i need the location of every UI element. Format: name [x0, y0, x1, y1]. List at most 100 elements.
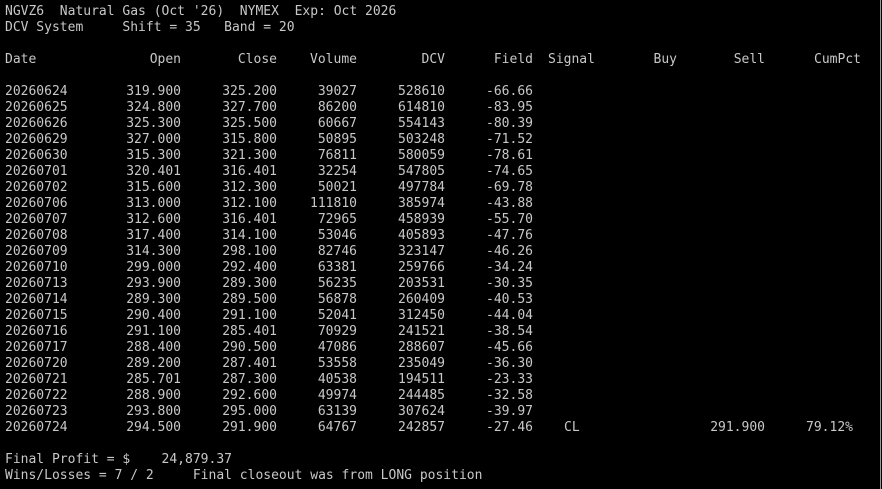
cell-close: 316.401	[222, 164, 277, 179]
cell-close: 312.100	[222, 196, 277, 211]
table-row: 20260713 293.900 289.300 56235 203531 -30.35	[0, 276, 882, 292]
table-row: 20260702 315.600 312.300 50021 497784 -69.78	[0, 180, 882, 196]
table-row: 20260630 315.300 321.300 76811 580059 -78.61	[0, 148, 882, 164]
cell-close: 292.600	[222, 388, 277, 403]
cell-volume: 40538	[317, 372, 357, 387]
cell-field: -44.04	[486, 308, 533, 323]
table-row: 20260722 288.900 292.600 49974 244485 -32.58	[0, 388, 882, 404]
cell-dcv: 547805	[398, 164, 445, 179]
cell-field: -45.66	[486, 340, 533, 355]
header-system: DCV System Shift = 35 Band = 20	[5, 20, 295, 35]
cell-close: 287.300	[222, 372, 277, 387]
cell-field: -78.61	[486, 148, 533, 163]
cell-field: -74.65	[486, 164, 533, 179]
table-row: 20260629 327.000 315.800 50895 503248 -71.52	[0, 132, 882, 148]
cell-volume: 76811	[317, 148, 357, 163]
cell-close: 325.200	[222, 84, 277, 99]
cell-close: 291.100	[222, 308, 277, 323]
cell-close: 314.100	[222, 228, 277, 243]
cell-date: 20260720	[5, 356, 68, 371]
cell-close: 298.100	[222, 244, 277, 259]
column-header-close: Close	[237, 52, 277, 67]
cell-field: -69.78	[486, 180, 533, 195]
cell-field: -23.33	[486, 372, 533, 387]
cell-field: -47.76	[486, 228, 533, 243]
column-header-field: Field	[493, 52, 533, 67]
cell-volume: 82746	[317, 244, 357, 259]
cell-dcv: 241521	[398, 324, 445, 339]
cell-dcv: 244485	[398, 388, 445, 403]
cell-field: -43.88	[486, 196, 533, 211]
cell-date: 20260708	[5, 228, 68, 243]
cell-volume: 111810	[310, 196, 357, 211]
cell-dcv: 307624	[398, 404, 445, 419]
cell-dcv: 528610	[398, 84, 445, 99]
cell-field: -55.70	[486, 212, 533, 227]
cell-open: 293.800	[126, 404, 181, 419]
cell-date: 20260706	[5, 196, 68, 211]
cell-dcv: 503248	[398, 132, 445, 147]
cell-open: 293.900	[126, 276, 181, 291]
table-row: 20260721 285.701 287.300 40538 194511 -23.33	[0, 372, 882, 388]
final-profit: Final Profit = $ 24,879.37	[5, 452, 232, 467]
table-row: 20260625 324.800 327.700 86200 614810 -83.95	[0, 100, 882, 116]
cell-field: -34.24	[486, 260, 533, 275]
cell-close: 321.300	[222, 148, 277, 163]
cell-close: 312.300	[222, 180, 277, 195]
table-row: 20260708 317.400 314.100 53046 405893 -47.76	[0, 228, 882, 244]
cell-volume: 32254	[317, 164, 357, 179]
cell-dcv: 242857	[398, 420, 445, 435]
table-row: 20260707 312.600 316.401 72965 458939 -55.70	[0, 212, 882, 228]
cell-date: 20260723	[5, 404, 68, 419]
cell-date: 20260716	[5, 324, 68, 339]
table-row: 20260706 313.000 312.100 111810 385974 -43.88	[0, 196, 882, 212]
cell-open: 285.701	[126, 372, 181, 387]
cell-volume: 39027	[317, 84, 357, 99]
table-row: 20260720 289.200 287.401 53558 235049 -36.30	[0, 356, 882, 372]
cell-close: 289.300	[222, 276, 277, 291]
cell-open: 312.600	[126, 212, 181, 227]
cell-close: 315.800	[222, 132, 277, 147]
cell-date: 20260715	[5, 308, 68, 323]
cell-field: -32.58	[486, 388, 533, 403]
cell-open: 289.300	[126, 292, 181, 307]
cell-open: 299.000	[126, 260, 181, 275]
cell-date: 20260701	[5, 164, 68, 179]
cell-volume: 72965	[317, 212, 357, 227]
cell-date: 20260630	[5, 148, 68, 163]
cell-dcv: 458939	[398, 212, 445, 227]
cell-dcv: 259766	[398, 260, 445, 275]
column-header-row: Date Open Close Volume DCV Field Signal Buy Sell…	[0, 52, 882, 68]
column-header-dcv: DCV	[421, 52, 445, 67]
cell-volume: 52041	[317, 308, 357, 323]
cell-close: 327.700	[222, 100, 277, 115]
table-row: 20260710 299.000 292.400 63381 259766 -34.24	[0, 260, 882, 276]
cell-close: 316.401	[222, 212, 277, 227]
table-row: 20260715 290.400 291.100 52041 312450 -44.04	[0, 308, 882, 324]
cell-sell: 291.900	[710, 420, 765, 435]
cell-date: 20260713	[5, 276, 68, 291]
cell-open: 288.900	[126, 388, 181, 403]
cell-date: 20260629	[5, 132, 68, 147]
cell-date: 20260625	[5, 100, 68, 115]
table-row: 20260709 314.300 298.100 82746 323147 -46.26	[0, 244, 882, 260]
cell-volume: 47086	[317, 340, 357, 355]
cell-date: 20260626	[5, 116, 68, 131]
table-row: 20260716 291.100 285.401 70929 241521 -38.54	[0, 324, 882, 340]
cell-volume: 49974	[317, 388, 357, 403]
cell-open: 315.300	[126, 148, 181, 163]
column-header-open: Open	[149, 52, 181, 67]
cell-open: 319.900	[126, 84, 181, 99]
cell-dcv: 385974	[398, 196, 445, 211]
cell-open: 327.000	[126, 132, 181, 147]
cell-cumpct: 79.12%	[806, 420, 853, 435]
cell-volume: 86200	[317, 100, 357, 115]
cell-open: 324.800	[126, 100, 181, 115]
cell-open: 320.401	[126, 164, 181, 179]
cell-open: 289.200	[126, 356, 181, 371]
cell-close: 325.500	[222, 116, 277, 131]
cell-volume: 63381	[317, 260, 357, 275]
terminal-screen: NGVZ6 Natural Gas (Oct '26) NYMEX Exp: O…	[0, 0, 881, 489]
cell-open: 325.300	[126, 116, 181, 131]
cell-volume: 50021	[317, 180, 357, 195]
